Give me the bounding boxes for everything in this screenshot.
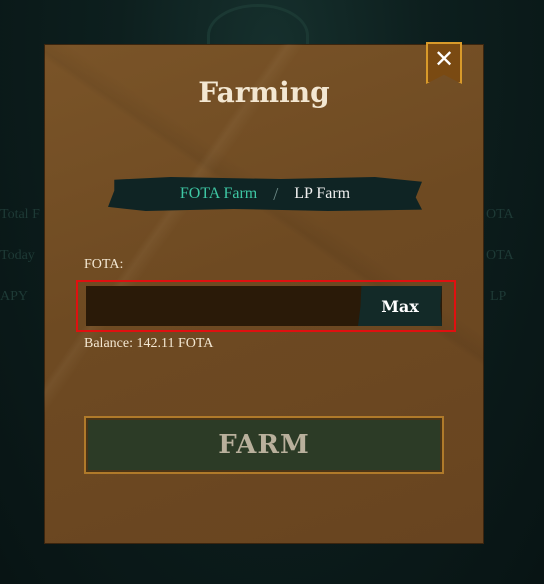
bg-label-today: Today [0, 248, 35, 263]
balance-text: Balance: 142.11 FOTA [84, 336, 214, 351]
max-button[interactable]: Max [358, 286, 442, 326]
tab-fota-farm[interactable]: FOTA Farm [164, 185, 273, 203]
tab-lp-farm[interactable]: LP Farm [278, 185, 366, 203]
bg-label-total: Total F [0, 207, 40, 222]
farm-button[interactable]: FARM [84, 416, 444, 474]
close-icon: ✕ [433, 45, 455, 73]
modal-title: Farming [198, 76, 330, 109]
farm-tabs: FOTA Farm / LP Farm [108, 177, 422, 211]
bg-label-apy: APY [0, 289, 29, 304]
fota-field-label: FOTA: [84, 257, 124, 272]
bg-value-apy: LP [490, 289, 507, 304]
amount-input-group: Max [76, 280, 456, 332]
bg-value-total: OTA [486, 207, 514, 222]
bg-value-today: OTA [486, 248, 514, 263]
